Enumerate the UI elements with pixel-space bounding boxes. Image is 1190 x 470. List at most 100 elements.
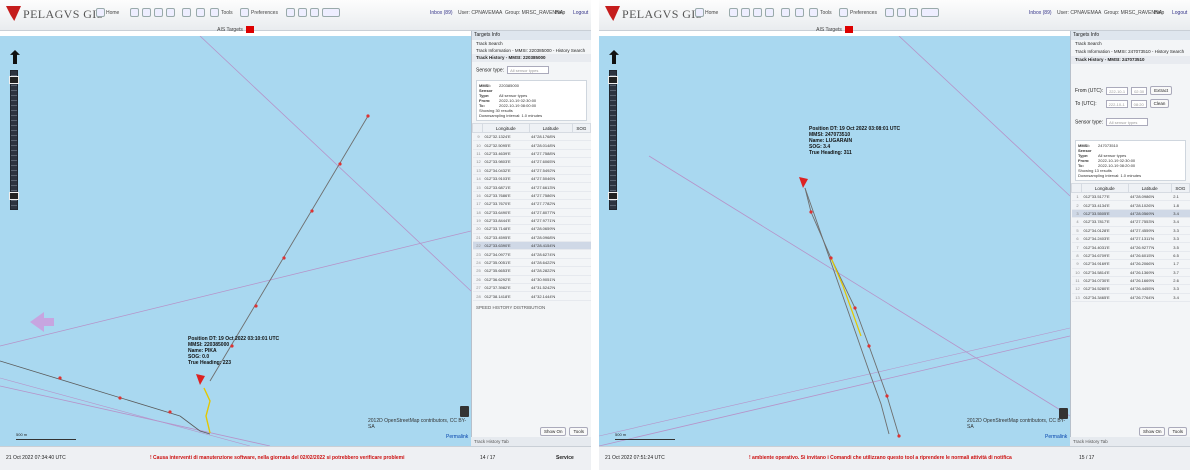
bbox-icon[interactable]	[921, 8, 939, 17]
draw-icon[interactable]	[795, 8, 804, 17]
table-row[interactable]: 23 012°34.0977'E 44°28.6274'N	[472, 249, 591, 259]
table-row[interactable]: 28 012°38.1418'E 44°32.1444'N	[472, 291, 591, 301]
table-row[interactable]: 13 012°34.3465'E 44°26.7764'N 3.4	[1071, 293, 1190, 303]
col-longitude[interactable]: Longitude	[1081, 183, 1129, 193]
layers-icon[interactable]	[741, 8, 750, 17]
vessel-icon[interactable]	[196, 374, 205, 385]
sensor-type-select[interactable]: All sensor types	[1106, 118, 1149, 126]
help-link[interactable]: Help	[555, 10, 565, 16]
table-row[interactable]: 19 012°33.8444'E 44°27.9771'N	[472, 216, 591, 226]
table-row[interactable]: 2 012°33.4134'E 44°28.1026'N 1.8	[1071, 200, 1190, 210]
table-row[interactable]: 13 012°34.0432'E 44°27.5492'N	[472, 166, 591, 175]
inbox-link[interactable]: Inbox (89)	[1029, 10, 1052, 16]
preferences-icon[interactable]	[240, 8, 249, 17]
table-row[interactable]: 10 012°32.5095'E 44°28.0148'N	[472, 140, 591, 150]
table-row[interactable]: 20 012°33.7148'E 44°28.0659'N	[472, 224, 591, 234]
tools-menu[interactable]: Tools	[820, 10, 832, 16]
zoom-in-button[interactable]	[9, 76, 19, 84]
tools-button[interactable]: Tools	[1168, 427, 1187, 436]
table-row[interactable]: 11 012°34.0730'E 44°26.1669'N 2.6	[1071, 276, 1190, 286]
track-search-link[interactable]: Track Search	[472, 40, 591, 48]
from-date-input[interactable]: 222-10-1	[1106, 86, 1129, 95]
table-row[interactable]: 25 012°35.6653'E 44°28.2822'N	[472, 266, 591, 276]
col-latitude[interactable]: Latitude	[528, 123, 573, 133]
table-row[interactable]: 8 012°34.6709'E 44°26.6015'N 6.5	[1071, 251, 1190, 261]
measure-icon[interactable]	[765, 8, 774, 17]
show-on-button[interactable]: Show On	[539, 427, 567, 436]
refresh-icon[interactable]	[286, 8, 295, 17]
table-row[interactable]: 9 012°34.9169'E 44°26.2066'N 1.7	[1071, 259, 1190, 269]
service-label[interactable]: Service	[556, 455, 574, 461]
track-information-link[interactable]: Track Information - MMSI: 247073510 - Hi…	[1071, 48, 1190, 56]
track-history-tab[interactable]: Track History Tab	[471, 437, 591, 446]
track-search-link[interactable]: Track Search	[1071, 40, 1190, 48]
tools-icon[interactable]	[809, 8, 818, 17]
table-row[interactable]: 1 012°33.5177'E 44°28.0986'N 2.1	[1071, 192, 1190, 202]
table-row[interactable]: 22 012°33.6390'E 44°28.4154'N	[472, 241, 591, 251]
layer-switcher-icon[interactable]	[460, 406, 469, 417]
to-date-input[interactable]: 222-10-1	[1105, 99, 1128, 108]
table-row[interactable]: 3 012°33.5505'E 44°28.0569'N 3.4	[1071, 209, 1190, 219]
table-row[interactable]: 18 012°33.6490'E 44°27.8077'N	[472, 208, 591, 217]
extract-button[interactable]: Extract	[1150, 86, 1173, 95]
zoom-out-button[interactable]	[9, 192, 19, 200]
tools-icon[interactable]	[210, 8, 219, 17]
zoom-slider[interactable]	[609, 70, 617, 210]
grid-icon[interactable]	[909, 8, 918, 17]
measure-icon[interactable]	[166, 8, 175, 17]
table-row[interactable]: 15 012°33.6871'E 44°27.6613'N	[472, 182, 591, 192]
track-history-link[interactable]: Track History - MMSI: 247073510	[1071, 56, 1190, 64]
settings-icon[interactable]	[897, 8, 906, 17]
permalink-link[interactable]: Permalink	[1045, 434, 1067, 440]
layers-icon[interactable]	[142, 8, 151, 17]
table-row[interactable]: 4 012°33.7817'E 44°27.7553'N 3.4	[1071, 217, 1190, 227]
col-sog[interactable]: SOG	[571, 123, 591, 133]
logout-link[interactable]: Logout	[1172, 10, 1187, 16]
settings-icon[interactable]	[298, 8, 307, 17]
home-button[interactable]: Home	[705, 10, 718, 16]
table-row[interactable]: 11 012°33.4639'E 44°27.7588'N	[472, 149, 591, 159]
col-longitude[interactable]: Longitude	[482, 123, 530, 133]
preferences-menu[interactable]: Preferences	[251, 10, 278, 16]
to-time-input[interactable]: 08:20	[1130, 99, 1147, 108]
table-row[interactable]: 12 012°33.9803'E 44°27.6065'N	[472, 157, 591, 167]
grid-icon[interactable]	[310, 8, 319, 17]
preferences-menu[interactable]: Preferences	[850, 10, 877, 16]
draw-icon[interactable]	[196, 8, 205, 17]
map-area[interactable]: Position DT: 19 Oct 2022 03:10:01 UTC MMS…	[0, 36, 471, 446]
layer-switcher-icon[interactable]	[1059, 408, 1068, 419]
back-icon[interactable]	[130, 8, 139, 17]
table-row[interactable]: 5 012°34.0128'E 44°27.4559'N 3.3	[1071, 226, 1190, 235]
zoom-in-button[interactable]	[608, 76, 618, 84]
table-row[interactable]: 16 012°33.7686'E 44°27.7586'N	[472, 191, 591, 201]
clean-button[interactable]: Clean	[1149, 99, 1170, 108]
table-row[interactable]: 24 012°35.0051'E 44°28.6422'N	[472, 258, 591, 268]
bbox-icon[interactable]	[322, 8, 340, 17]
tools-menu[interactable]: Tools	[221, 10, 233, 16]
track-history-link[interactable]: Track History - MMSI: 220385000	[472, 54, 591, 62]
preferences-icon[interactable]	[839, 8, 848, 17]
table-row[interactable]: 12 012°34.5280'E 44°26.4455'N 3.3	[1071, 284, 1190, 294]
sensor-type-select[interactable]: All sensor types	[507, 66, 550, 74]
inbox-link[interactable]: Inbox (89)	[430, 10, 453, 16]
table-row[interactable]: 7 012°34.4031'E 44°26.9277'N 3.5	[1071, 242, 1190, 252]
home-icon[interactable]	[695, 8, 704, 17]
table-row[interactable]: 17 012°33.7670'E 44°27.7782'N	[472, 199, 591, 209]
select-icon[interactable]	[781, 8, 790, 17]
select-icon[interactable]	[182, 8, 191, 17]
refresh-icon[interactable]	[885, 8, 894, 17]
track-history-tab[interactable]: Track History Tab	[1070, 437, 1190, 446]
map-icon[interactable]	[154, 8, 163, 17]
zoom-out-button[interactable]	[608, 192, 618, 200]
show-on-button[interactable]: Show On	[1138, 427, 1166, 436]
col-latitude[interactable]: Latitude	[1127, 183, 1172, 193]
logout-link[interactable]: Logout	[573, 10, 588, 16]
zoom-slider[interactable]	[10, 70, 18, 210]
table-row[interactable]: 14 012°33.9103'E 44°27.5046'N	[472, 174, 591, 184]
home-icon[interactable]	[96, 8, 105, 17]
speed-history-toggle[interactable]: SPEED HISTORY DISTRIBUTION	[476, 305, 587, 310]
table-row[interactable]: 10 012°34.5814'E 44°26.1369'N 3.7	[1071, 268, 1190, 277]
table-row[interactable]: 6 012°34.2403'E 44°27.1311'N 3.3	[1071, 234, 1190, 244]
vessel-icon[interactable]	[799, 177, 808, 188]
table-row[interactable]: 21 012°33.4595'E 44°28.0968'N	[472, 233, 591, 243]
